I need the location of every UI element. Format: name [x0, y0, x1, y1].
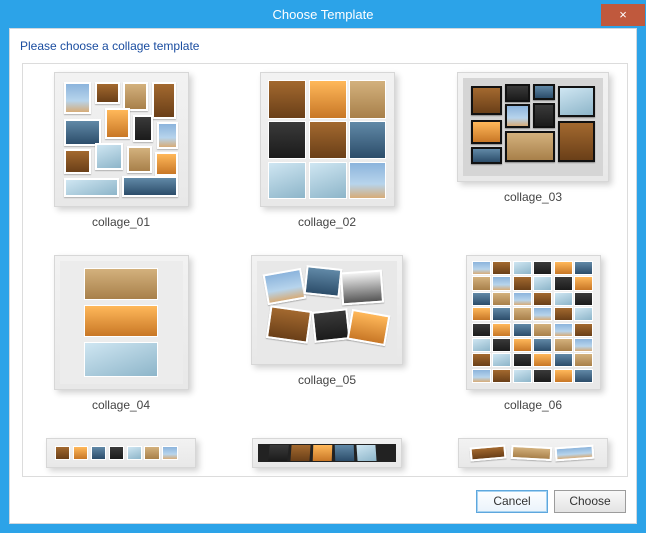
- template-grid-wrap: collage_01: [22, 63, 628, 477]
- close-button[interactable]: ×: [601, 4, 645, 26]
- template-item[interactable]: collage_01: [31, 72, 211, 229]
- template-label: collage_01: [92, 215, 150, 229]
- window-title: Choose Template: [1, 7, 645, 22]
- dialog-footer: Cancel Choose: [10, 483, 636, 523]
- cancel-button[interactable]: Cancel: [476, 490, 548, 513]
- template-scroll-area[interactable]: collage_01: [23, 64, 627, 476]
- template-thumbnail: [458, 438, 608, 468]
- template-thumbnail: [46, 438, 196, 468]
- template-item[interactable]: [31, 438, 211, 468]
- template-thumbnail: [54, 72, 189, 207]
- template-item[interactable]: [443, 438, 623, 468]
- template-item[interactable]: [237, 438, 417, 468]
- template-thumbnail: [457, 72, 609, 182]
- titlebar: Choose Template ×: [1, 1, 645, 28]
- template-label: collage_05: [298, 373, 356, 387]
- template-item[interactable]: collage_03: [443, 72, 623, 229]
- template-grid: collage_01: [31, 72, 623, 468]
- template-thumbnail: [54, 255, 189, 390]
- template-label: collage_03: [504, 190, 562, 204]
- template-item[interactable]: collage_06: [443, 255, 623, 412]
- template-thumbnail: [260, 72, 395, 207]
- instruction-text: Please choose a collage template: [10, 29, 636, 59]
- close-icon: ×: [619, 8, 627, 21]
- template-label: collage_06: [504, 398, 562, 412]
- template-thumbnail: [252, 438, 402, 468]
- dialog-window: Choose Template × Please choose a collag…: [0, 0, 646, 533]
- template-item[interactable]: collage_04: [31, 255, 211, 412]
- template-thumbnail: [251, 255, 403, 365]
- template-item[interactable]: collage_02: [237, 72, 417, 229]
- template-thumbnail: [466, 255, 601, 390]
- template-item[interactable]: collage_05: [237, 255, 417, 412]
- template-label: collage_04: [92, 398, 150, 412]
- client-area: Please choose a collage template: [9, 28, 637, 524]
- template-label: collage_02: [298, 215, 356, 229]
- choose-button[interactable]: Choose: [554, 490, 626, 513]
